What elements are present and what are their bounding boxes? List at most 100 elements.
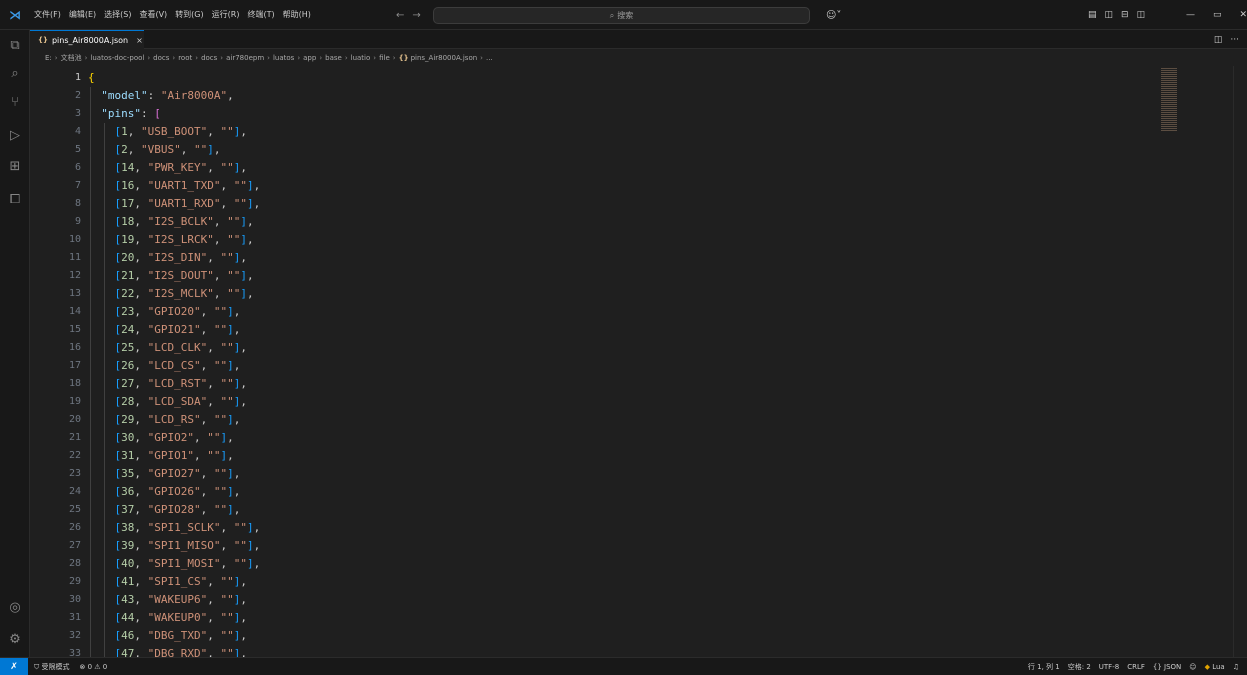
breadcrumb-item[interactable]: ... <box>486 54 493 62</box>
more-actions-icon[interactable]: ··· <box>1230 35 1239 45</box>
code-line[interactable]: 7 [16, "UART1_TXD", ""], <box>30 177 1180 195</box>
breadcrumb-item[interactable]: docs <box>153 54 169 62</box>
code-line[interactable]: 19 [28, "LCD_SDA", ""], <box>30 393 1180 411</box>
breadcrumb-item[interactable]: pins_Air8000A.json <box>411 54 478 62</box>
menu-run[interactable]: 运行(R) <box>208 0 244 30</box>
search-icon: ⌕ <box>609 10 615 20</box>
toggle-secondary-sidebar-icon[interactable]: ◫ <box>1137 10 1146 20</box>
code-line[interactable]: 24 [36, "GPIO26", ""], <box>30 483 1180 501</box>
remote-indicator-icon[interactable]: ✗ <box>0 657 28 675</box>
restricted-mode-status[interactable]: ⛉ 受限模式 <box>34 662 69 672</box>
code-line[interactable]: 28 [40, "SPI1_MOSI", ""], <box>30 555 1180 573</box>
eol-status[interactable]: CRLF <box>1127 663 1145 671</box>
customize-layout-icon[interactable]: ▤ <box>1088 10 1097 20</box>
lua-status[interactable]: ◆ Lua <box>1205 663 1225 671</box>
copilot-icon[interactable]: ☺˅ <box>826 0 841 30</box>
language-mode-status[interactable]: {} JSON <box>1153 663 1181 671</box>
remote-explorer-icon[interactable]: ⧠ <box>0 186 30 212</box>
breadcrumb-item[interactable]: docs <box>201 54 217 62</box>
code-line[interactable]: 22 [31, "GPIO1", ""], <box>30 447 1180 465</box>
menu-file[interactable]: 文件(F) <box>30 0 65 30</box>
code-line[interactable]: 26 [38, "SPI1_SCLK", ""], <box>30 519 1180 537</box>
code-line[interactable]: 20 [29, "LCD_RS", ""], <box>30 411 1180 429</box>
forward-arrow-icon[interactable]: → <box>412 10 420 21</box>
extensions-icon[interactable]: ⊞ <box>0 153 30 179</box>
code-line[interactable]: 27 [39, "SPI1_MISO", ""], <box>30 537 1180 555</box>
number-token: 37 <box>121 503 135 516</box>
back-arrow-icon[interactable]: ← <box>396 10 404 21</box>
indentation-status[interactable]: 空格: 2 <box>1068 662 1091 672</box>
command-center-search[interactable]: ⌕ 搜索 <box>433 7 810 24</box>
manage-gear-icon[interactable]: ⚙ <box>0 626 30 652</box>
copilot-status-icon[interactable]: ☺ <box>1189 663 1196 671</box>
code-line[interactable]: 17 [26, "LCD_CS", ""], <box>30 357 1180 375</box>
code-line[interactable]: 21 [30, "GPIO2", ""], <box>30 429 1180 447</box>
code-line[interactable]: 29 [41, "SPI1_CS", ""], <box>30 573 1180 591</box>
tab-close-icon[interactable]: × <box>136 36 143 45</box>
code-line[interactable]: 4 [1, "USB_BOOT", ""], <box>30 123 1180 141</box>
notifications-bell-icon[interactable]: ♫ <box>1233 663 1239 671</box>
breadcrumb-item[interactable]: E: <box>45 54 52 62</box>
number-token: 24 <box>121 323 135 336</box>
code-line[interactable]: 12 [21, "I2S_DOUT", ""], <box>30 267 1180 285</box>
run-debug-icon[interactable]: ▷ <box>0 122 30 148</box>
breadcrumb-item[interactable]: 文档池 <box>61 53 82 63</box>
code-line[interactable]: 32 [46, "DBG_TXD", ""], <box>30 627 1180 645</box>
code-line[interactable]: 18 [27, "LCD_RST", ""], <box>30 375 1180 393</box>
code-line[interactable]: 6 [14, "PWR_KEY", ""], <box>30 159 1180 177</box>
cursor-position-status[interactable]: 行 1, 列 1 <box>1028 662 1060 672</box>
menu-view[interactable]: 查看(V) <box>135 0 171 30</box>
explorer-icon[interactable]: ⧉ <box>0 32 30 58</box>
punctuation-token: , <box>253 179 261 192</box>
code-line[interactable]: 11 [20, "I2S_DIN", ""], <box>30 249 1180 267</box>
code-line[interactable]: 14 [23, "GPIO20", ""], <box>30 303 1180 321</box>
breadcrumb-item[interactable]: base <box>325 54 342 62</box>
code-line[interactable]: 8 [17, "UART1_RXD", ""], <box>30 195 1180 213</box>
minimize-icon[interactable]: — <box>1186 10 1195 20</box>
restore-icon[interactable]: ▭ <box>1213 10 1222 20</box>
problems-status[interactable]: ⊗ 0 ⚠ 0 <box>79 663 107 671</box>
code-line[interactable]: 30 [43, "WAKEUP6", ""], <box>30 591 1180 609</box>
code-line[interactable]: 2 "model": "Air8000A", <box>30 87 1180 105</box>
tab-pins-air8000a-json[interactable]: {} pins_Air8000A.json × <box>30 30 144 49</box>
code-line[interactable]: 31 [44, "WAKEUP0", ""], <box>30 609 1180 627</box>
code-line[interactable]: 3 "pins": [ <box>30 105 1180 123</box>
string-token: "GPIO2" <box>147 431 194 444</box>
punctuation-token: , <box>240 575 247 588</box>
accounts-icon[interactable]: ◎ <box>0 594 30 620</box>
search-view-icon[interactable]: ⌕ <box>0 60 30 86</box>
code-line[interactable]: 23 [35, "GPIO27", ""], <box>30 465 1180 483</box>
code-line[interactable]: 33 [47, "DBG_RXD", ""], <box>30 645 1180 657</box>
line-number: 29 <box>68 576 81 587</box>
split-editor-icon[interactable]: ◫ <box>1214 35 1223 45</box>
close-window-icon[interactable]: ✕ <box>1240 10 1247 20</box>
breadcrumb-item[interactable]: file <box>379 54 390 62</box>
code-line[interactable]: 10 [19, "I2S_LRCK", ""], <box>30 231 1180 249</box>
code-line[interactable]: 16 [25, "LCD_CLK", ""], <box>30 339 1180 357</box>
menu-selection[interactable]: 选择(S) <box>100 0 135 30</box>
toggle-panel-icon[interactable]: ⊟ <box>1121 10 1129 20</box>
editor-scrollbar[interactable] <box>1233 66 1247 657</box>
breadcrumb-item[interactable]: luatos-doc-pool <box>90 54 144 62</box>
breadcrumb-item[interactable]: root <box>178 54 192 62</box>
menu-terminal[interactable]: 终端(T) <box>243 0 278 30</box>
encoding-status[interactable]: UTF-8 <box>1099 663 1119 671</box>
code-line[interactable]: 15 [24, "GPIO21", ""], <box>30 321 1180 339</box>
menu-edit[interactable]: 编辑(E) <box>65 0 100 30</box>
menu-help[interactable]: 帮助(H) <box>279 0 315 30</box>
code-line[interactable]: 13 [22, "I2S_MCLK", ""], <box>30 285 1180 303</box>
toggle-sidebar-icon[interactable]: ◫ <box>1105 10 1114 20</box>
code-editor[interactable]: 1{2 "model": "Air8000A", 3 "pins": [4 [1,… <box>30 66 1247 657</box>
code-line[interactable]: 1{ <box>30 69 1180 87</box>
breadcrumb-item[interactable]: app <box>303 54 316 62</box>
breadcrumb-item[interactable]: luatio <box>351 54 371 62</box>
punctuation-token: , <box>207 395 221 408</box>
code-line[interactable]: 25 [37, "GPIO28", ""], <box>30 501 1180 519</box>
code-line[interactable]: 5 [2, "VBUS", ""], <box>30 141 1180 159</box>
source-control-icon[interactable]: ⑂ <box>0 89 30 115</box>
number-token: 22 <box>121 287 135 300</box>
code-line[interactable]: 9 [18, "I2S_BCLK", ""], <box>30 213 1180 231</box>
menu-go[interactable]: 转到(G) <box>171 0 207 30</box>
breadcrumb-item[interactable]: luatos <box>273 54 294 62</box>
breadcrumb-item[interactable]: air780epm <box>226 54 264 62</box>
